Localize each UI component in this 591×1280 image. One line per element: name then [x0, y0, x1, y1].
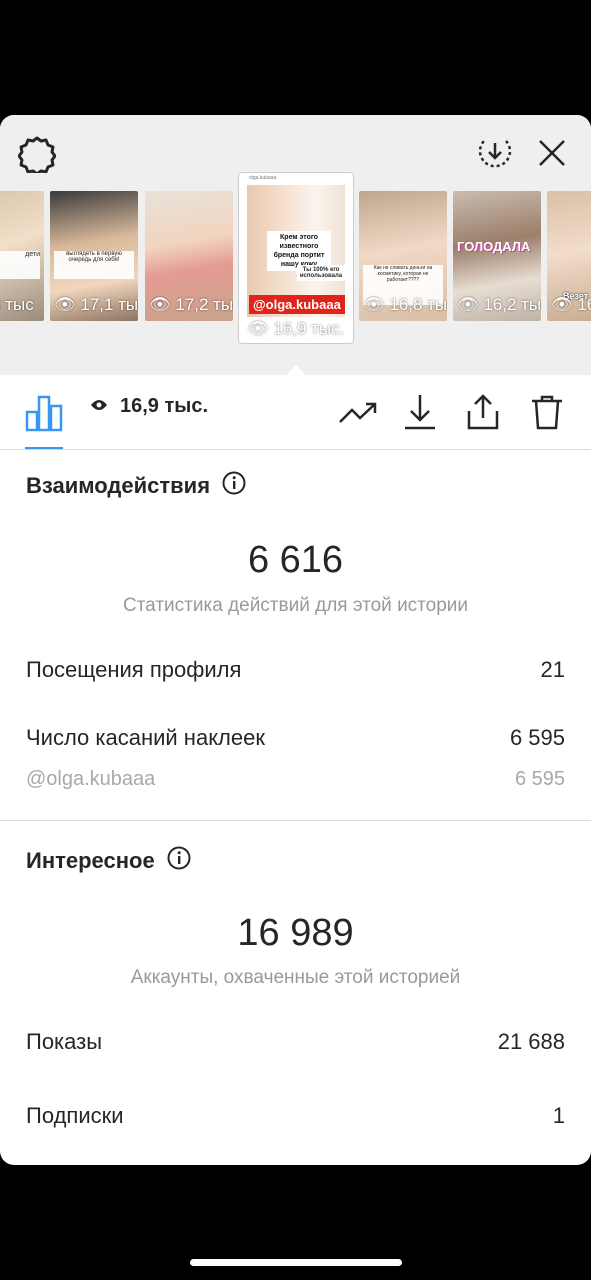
- story-views-value: 16,9 тыс.: [273, 319, 345, 338]
- follows-label: Подписки: [26, 1103, 124, 1128]
- download-icon[interactable]: [400, 391, 440, 433]
- info-icon[interactable]: [167, 846, 191, 876]
- story-views: 👁 17,1 тыс: [54, 295, 138, 315]
- impressions-value: 21 688: [497, 1029, 565, 1054]
- story-views: 👁 ,8 тыс: [0, 295, 34, 315]
- settings-gear-icon[interactable]: [16, 133, 58, 175]
- sticker-taps-label: Число касаний наклеек: [26, 725, 265, 750]
- discovery-title: Интересное: [26, 846, 191, 876]
- story-views-value: 17,1 тыс: [80, 295, 138, 314]
- view-count: 16,9 тыс.: [90, 395, 208, 418]
- story-views-value: 16,2 тыс: [483, 295, 541, 314]
- home-indicator[interactable]: [190, 1259, 402, 1266]
- discovery-total: 16 989: [237, 912, 354, 954]
- story-thumbnail-strip[interactable]: дети 👁 ,8 тыс выглядеть в первую очередь…: [0, 173, 591, 343]
- eye-icon: [90, 395, 108, 418]
- story-views: 👁 16,8 тыс: [363, 295, 447, 315]
- discovery-subtitle: Аккаунты, охваченные этой историей: [130, 967, 461, 988]
- story-views: 👁 16: [551, 295, 591, 315]
- story-views-value: 17,2 тыс: [175, 295, 233, 314]
- trash-icon[interactable]: [526, 391, 568, 433]
- insights-toolbar: 16,9 тыс.: [0, 375, 591, 450]
- story-caption: ГОЛОДАЛА: [457, 239, 531, 254]
- interactions-subtitle: Статистика действий для этой истории: [122, 595, 469, 616]
- story-sticker: Ты 100% его использовала: [297, 265, 345, 281]
- bar-chart-icon[interactable]: [24, 393, 64, 433]
- story-thumbnail[interactable]: выглядеть в первую очередь для себя! 👁 1…: [50, 191, 138, 321]
- close-icon[interactable]: [532, 133, 572, 173]
- story-views-value: 16: [577, 295, 591, 314]
- interactions-title-text: Взаимодействия: [26, 473, 211, 498]
- mention-sticker: @olga.kubaaa: [249, 295, 345, 314]
- story-caption: выглядеть в первую очередь для себя!: [54, 251, 134, 279]
- profile-visits-label: Посещения профиля: [26, 657, 242, 682]
- story-views-value: ,8 тыс: [0, 295, 34, 314]
- story-strip-header: дети 👁 ,8 тыс выглядеть в первую очередь…: [0, 115, 591, 377]
- mention-sticker-value: 6 595: [514, 768, 565, 790]
- story-thumbnail[interactable]: дети 👁 ,8 тыс: [0, 191, 44, 321]
- impressions-label: Показы: [26, 1029, 103, 1054]
- story-views: 👁 17,2 тыс: [149, 295, 233, 315]
- story-thumbnail[interactable]: 👁 17,2 тыс: [145, 191, 233, 321]
- story-views: 👁 16,9 тыс.: [247, 319, 345, 338]
- section-divider: [0, 820, 591, 821]
- sticker-taps-value: 6 595: [509, 725, 565, 750]
- follows-value: 1: [552, 1103, 565, 1128]
- story-thumbnail[interactable]: Везет 👁 16: [547, 191, 591, 321]
- profile-visits-value: 21: [540, 657, 565, 682]
- save-download-icon[interactable]: [474, 131, 516, 173]
- story-views-value: 16,8 тыс: [389, 295, 447, 314]
- interactions-total: 6 616: [247, 539, 344, 581]
- selected-story-thumbnail[interactable]: olga.kubaaa Крем этого известного бренда…: [239, 173, 353, 343]
- story-preview: Крем этого известного бренда портит нашу…: [247, 185, 345, 317]
- view-count-value: 16,9 тыс.: [120, 395, 209, 417]
- discovery-title-text: Интересное: [26, 848, 155, 873]
- story-views: 👁 16,2 тыс: [457, 295, 541, 315]
- trend-icon[interactable]: [336, 395, 380, 431]
- info-icon[interactable]: [222, 471, 246, 501]
- mention-sticker-label: @olga.kubaaa: [26, 768, 156, 790]
- active-tab-underline: [25, 447, 63, 449]
- story-thumbnail[interactable]: ГОЛОДАЛА 👁 16,2 тыс: [453, 191, 541, 321]
- insights-sheet: дети 👁 ,8 тыс выглядеть в первую очередь…: [0, 115, 591, 1165]
- story-handle: olga.kubaaa: [249, 175, 277, 181]
- story-caption: дети: [0, 251, 40, 279]
- story-thumbnail[interactable]: Как не сливать деньги на косметику, кото…: [359, 191, 447, 321]
- share-icon[interactable]: [462, 391, 504, 433]
- interactions-title: Взаимодействия: [26, 471, 246, 501]
